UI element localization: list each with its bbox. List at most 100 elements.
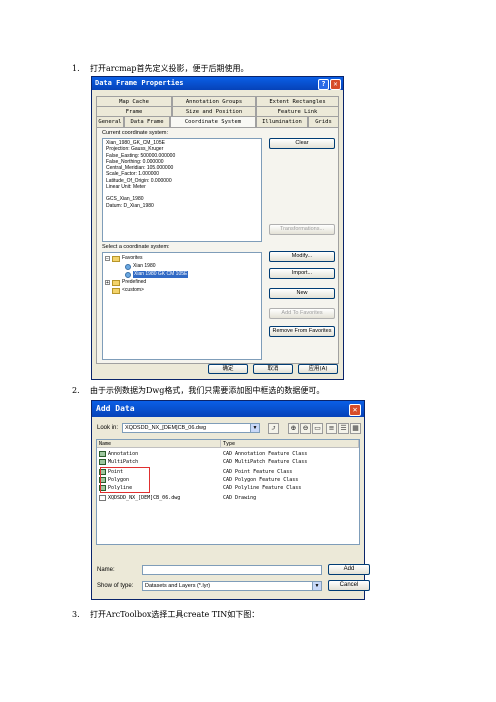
look-in-combo[interactable]: XQDSDD_NX_[DEM]CB_06.dwg ▼ [122,423,260,433]
tab-grids[interactable]: Grids [308,116,339,127]
step-number: 2. [72,386,80,395]
step-text: 打开arcmap首先定义投影，便于后期使用。 [90,64,249,73]
expand-icon[interactable]: + [105,280,110,286]
file-list[interactable]: Name Type Annotation CAD Annotation Featu… [96,439,360,545]
current-coord-label: Current coordinate system: [102,130,169,136]
tab-illumination[interactable]: Illumination [256,116,308,127]
up-folder-icon[interactable]: ⤴ [268,423,279,434]
disconnect-folder-icon[interactable]: ⊖ [300,423,311,434]
dropdown-arrow-icon[interactable]: ▼ [250,424,259,432]
add-button[interactable]: Add [328,564,370,575]
tree-node-xian1980-gk[interactable]: Xian 1980 GK CM 105E [125,271,189,278]
connect-folder-icon[interactable]: ⊕ [288,423,299,434]
cancel-button[interactable]: Cancel [328,580,370,591]
tab-row-1: Map Cache Annotation Groups Extent Recta… [96,96,339,106]
step-text: 由于示例数据为Dwg格式，我们只需要添加图中框选的数据便可。 [90,386,325,395]
tree-node-favorites[interactable]: − Favorites [105,255,143,262]
data-frame-properties-dialog: Data Frame Properties ? ✕ Map Cache Anno… [91,76,344,380]
step-2: 2. 由于示例数据为Dwg格式，我们只需要添加图中框选的数据便可。 [72,386,324,396]
folder-icon [112,279,120,286]
name-input[interactable] [142,565,322,575]
dialog-title: Data Frame Properties [95,79,184,87]
tree-label: Favorites [122,255,143,261]
tab-map-cache[interactable]: Map Cache [96,96,172,106]
step-3: 3. 打开ArcToolbox选择工具create TIN如下图： [72,610,259,620]
tree-node-predefined[interactable]: + Predefined [105,279,146,286]
folder-icon [112,287,120,294]
details-view-icon[interactable]: ☰ [338,423,349,434]
item-name: MultiPatch [108,459,139,465]
item-type: CAD Drawing [223,495,257,501]
tab-annotation-groups[interactable]: Annotation Groups [172,96,256,106]
list-item[interactable]: Annotation CAD Annotation Feature Class [99,450,357,458]
globe-icon [125,271,131,278]
tab-row-3: General Data Frame Coordinate System Ill… [96,116,339,127]
modify-button[interactable]: Modify... [269,251,335,262]
step-text: 打开ArcToolbox选择工具create TIN如下图： [90,610,260,619]
coordinate-details-box: Xian_1980_GK_CM_105E Projection: Gauss_K… [102,138,262,242]
select-coord-label: Select a coordinate system: [102,244,170,250]
look-in-value: XQDSDD_NX_[DEM]CB_06.dwg [125,425,207,431]
show-of-type-value: Datasets and Layers (*.lyr) [145,583,211,589]
tab-frame[interactable]: Frame [96,106,172,116]
close-button[interactable]: ✕ [330,79,341,90]
highlight-box [100,467,150,493]
show-of-type-label: Show of type: [97,583,134,589]
feature-class-icon [99,459,106,465]
item-name: Annotation [108,451,139,457]
tree-node-custom[interactable]: <custom> [112,287,144,294]
close-button[interactable]: ✕ [349,404,361,416]
coord-line: Datum: D_Xian_1980 [106,202,154,209]
item-type: CAD MultiPatch Feature Class [223,459,308,465]
coordinate-system-panel: Current coordinate system: Xian_1980_GK_… [96,127,339,364]
feature-class-icon [99,451,106,457]
item-type: CAD Polyline Feature Class [223,485,302,491]
transformations-button[interactable]: Transformations... [269,224,335,235]
coordinate-tree[interactable]: − Favorites Xian 1980 Xian 1980 GK CM 105… [102,252,262,360]
show-of-type-combo[interactable]: Datasets and Layers (*.lyr) ▼ [142,581,322,591]
collapse-icon[interactable]: − [105,256,110,262]
new-button[interactable]: New [269,288,335,299]
tab-extent-rectangles[interactable]: Extent Rectangles [256,96,339,106]
ok-button[interactable]: 确定 [208,364,248,374]
step-1: 1. 打开arcmap首先定义投影，便于后期使用。 [72,64,249,74]
dialog-title: Add Data [96,404,135,413]
drawing-icon [99,495,106,501]
item-type: CAD Point Feature Class [223,469,293,475]
tab-data-frame[interactable]: Data Frame [124,116,170,127]
cancel-button[interactable]: 取消 [253,364,293,374]
step-number: 1. [72,64,80,73]
item-type: CAD Polygon Feature Class [223,477,299,483]
folder-icon [112,255,120,262]
thumbnail-view-icon[interactable]: ▦ [350,423,361,434]
list-item[interactable]: XQDSDD_NX_[DEM]CB_06.dwg CAD Drawing [99,494,357,502]
name-label: Name: [97,567,115,573]
add-data-dialog: Add Data ✕ Look in: XQDSDD_NX_[DEM]CB_06… [91,400,370,600]
add-to-favorites-button[interactable]: Add To Favorites [269,308,335,319]
tree-label-selected: Xian 1980 GK CM 105E [133,271,189,278]
column-header-name[interactable]: Name [97,440,221,448]
remove-from-favorites-button[interactable]: Remove From Favorites [269,326,335,337]
tree-label: <custom> [122,287,144,293]
import-button[interactable]: Import... [269,268,335,279]
list-view-icon[interactable]: ≡ [326,423,337,434]
look-in-label: Look in: [97,425,119,431]
dialog-title-bar: Add Data ✕ [92,401,364,417]
globe-icon [125,263,131,270]
list-item[interactable]: MultiPatch CAD MultiPatch Feature Class [99,458,357,466]
tree-node-xian1980[interactable]: Xian 1980 [125,263,156,270]
tab-coordinate-system[interactable]: Coordinate System [170,116,256,127]
tab-feature-link[interactable]: Feature Link [256,106,339,116]
apply-button[interactable]: 应用(A) [298,364,338,374]
help-button[interactable]: ? [318,79,329,90]
new-folder-icon[interactable]: ▭ [312,423,323,434]
tab-general[interactable]: General [96,116,124,127]
tree-label: Predefined [122,279,147,285]
clear-button[interactable]: Clear [269,138,335,149]
item-type: CAD Annotation Feature Class [223,451,308,457]
dialog-title-bar: Data Frame Properties ? ✕ [92,77,343,90]
tab-size-position[interactable]: Size and Position [172,106,256,116]
column-header-type[interactable]: Type [221,440,359,448]
dropdown-arrow-icon[interactable]: ▼ [312,582,321,590]
item-name: XQDSDD_NX_[DEM]CB_06.dwg [108,495,181,501]
